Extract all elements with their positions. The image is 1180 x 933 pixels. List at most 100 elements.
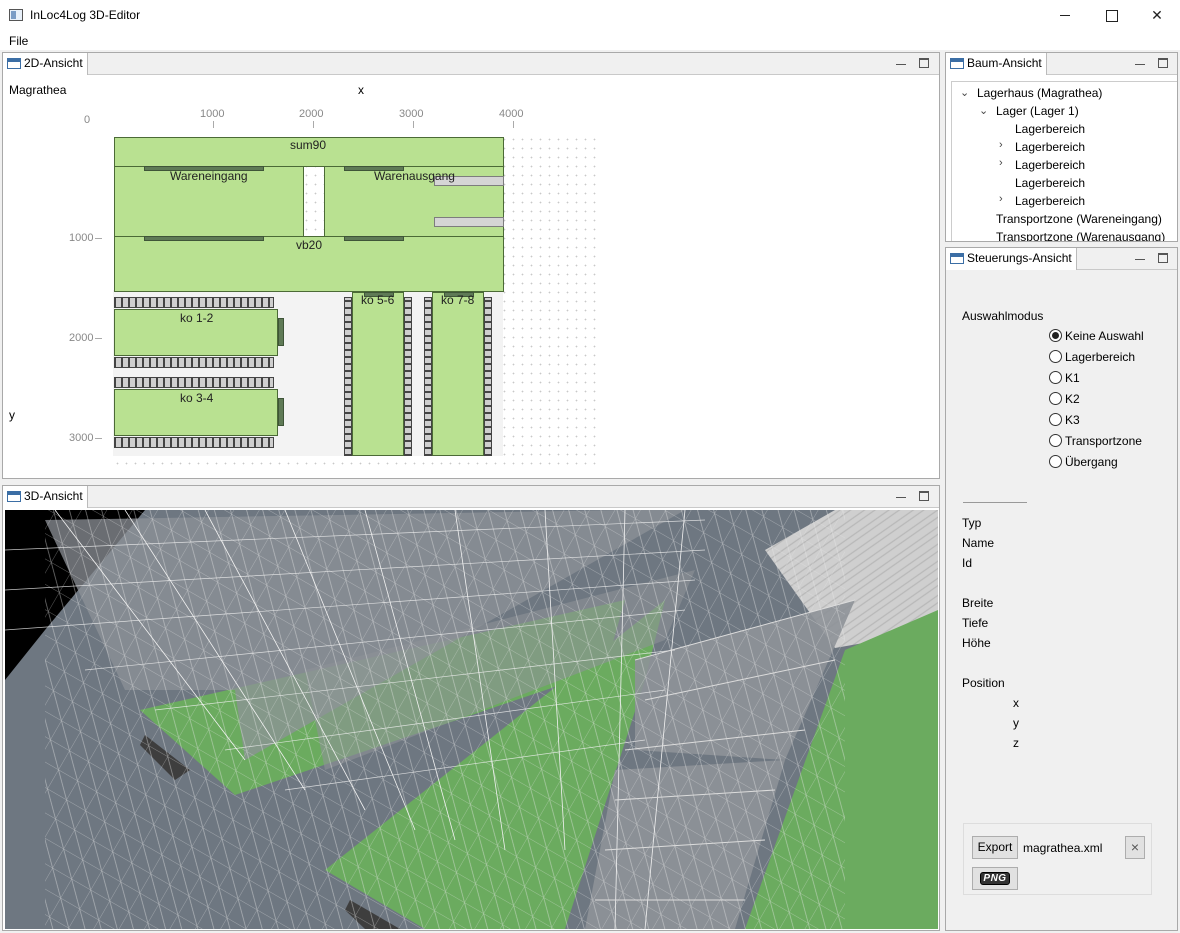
- chevron-down-icon[interactable]: ⌄: [960, 86, 969, 99]
- export-group: Export magrathea.xml × PNG: [963, 823, 1152, 895]
- zone-ko-3-4-label: ko 3-4: [180, 391, 214, 405]
- png-icon: PNG: [980, 872, 1010, 885]
- panel-minimize-icon[interactable]: [1135, 59, 1145, 65]
- tab-baum-ansicht[interactable]: Baum-Ansicht: [946, 53, 1047, 75]
- y-tick-mark: [95, 338, 102, 339]
- prop-x: x: [1013, 696, 1019, 710]
- x-tick-mark: [313, 121, 314, 128]
- prop-typ: Typ: [962, 516, 982, 530]
- view-icon: [950, 253, 964, 264]
- chevron-right-icon[interactable]: ›: [999, 193, 1003, 205]
- panel-maximize-icon[interactable]: [919, 491, 929, 501]
- tree-item[interactable]: Lager (Lager 1): [996, 104, 1079, 118]
- radio-label[interactable]: Übergang: [1065, 455, 1118, 469]
- radio-uebergang[interactable]: [1049, 455, 1062, 468]
- tree-item[interactable]: Transportzone (Wareneingang): [996, 212, 1162, 226]
- radio-label[interactable]: K1: [1065, 371, 1080, 385]
- mode-label: Auswahlmodus: [962, 309, 1044, 323]
- zone-ko-5-6-label: ko 5-6: [361, 293, 395, 307]
- menu-file[interactable]: File: [9, 34, 28, 48]
- radio-label[interactable]: Transportzone: [1065, 434, 1142, 448]
- tab-2d-ansicht[interactable]: 2D-Ansicht: [3, 53, 88, 75]
- zone-ko-7-8[interactable]: [432, 292, 484, 456]
- control-panel: Steuerungs-Ansicht Auswahlmodus Keine Au…: [945, 247, 1178, 931]
- radio-transportzone[interactable]: [1049, 434, 1062, 447]
- tree-item[interactable]: Transportzone (Warenausgang): [996, 230, 1165, 241]
- y-tick: 0: [84, 114, 91, 126]
- x-tick: 2000: [299, 108, 324, 120]
- rack-column: [484, 297, 492, 456]
- dock-bar: [278, 318, 284, 346]
- tree-item[interactable]: Lagerbereich: [1015, 122, 1085, 136]
- radio-k2[interactable]: [1049, 392, 1062, 405]
- rack-row: [114, 357, 274, 368]
- tree-item[interactable]: Lagerbereich: [1015, 140, 1085, 154]
- zone-sum90-label: sum90: [290, 138, 327, 152]
- radio-label[interactable]: Keine Auswahl: [1065, 329, 1144, 343]
- y-tick-mark: [95, 238, 102, 239]
- png-export-button[interactable]: PNG: [972, 867, 1018, 890]
- maximize-button[interactable]: [1088, 0, 1134, 31]
- radio-lagerbereich[interactable]: [1049, 350, 1062, 363]
- close-button[interactable]: ✕: [1134, 0, 1180, 31]
- rack-column: [424, 297, 432, 456]
- zone-vb20-label: vb20: [296, 238, 323, 252]
- y-tick: 2000: [69, 332, 94, 344]
- tree-view: ⌄ Lagerhaus (Magrathea) ⌄ Lager (Lager 1…: [951, 81, 1177, 241]
- tab-3d-ansicht[interactable]: 3D-Ansicht: [3, 486, 88, 508]
- tab-steuerung-label: Steuerungs-Ansicht: [967, 251, 1072, 265]
- radio-k1[interactable]: [1049, 371, 1062, 384]
- tab-baum-label: Baum-Ansicht: [967, 56, 1042, 70]
- view-icon: [950, 58, 964, 69]
- chevron-down-icon[interactable]: ⌄: [979, 104, 988, 117]
- panel-minimize-icon[interactable]: [896, 492, 906, 498]
- rack-column: [404, 297, 412, 456]
- panel-maximize-icon[interactable]: [1158, 253, 1168, 263]
- clear-file-button[interactable]: ×: [1125, 836, 1145, 859]
- prop-tiefe: Tiefe: [962, 616, 989, 630]
- chevron-right-icon[interactable]: ›: [999, 157, 1003, 169]
- export-filename: magrathea.xml: [1023, 841, 1103, 855]
- chevron-right-icon[interactable]: ›: [999, 139, 1003, 151]
- panel-minimize-icon[interactable]: [1135, 254, 1145, 260]
- export-button[interactable]: Export: [972, 836, 1018, 859]
- view-icon: [7, 491, 21, 502]
- view-icon: [7, 58, 21, 69]
- prop-name: Name: [962, 536, 995, 550]
- conveyor-bar: [434, 217, 504, 227]
- tree-item[interactable]: Lagerbereich: [1015, 158, 1085, 172]
- zone-warenausgang-label: Warenausgang: [374, 169, 455, 183]
- view-3d-panel: 3D-Ansicht: [2, 485, 940, 931]
- rack-row: [114, 297, 274, 308]
- panel-maximize-icon[interactable]: [1158, 58, 1168, 68]
- x-tick-mark: [513, 121, 514, 128]
- scene-3d-canvas[interactable]: [5, 510, 938, 929]
- zone-ko-5-6[interactable]: [352, 292, 404, 456]
- tab-3d-label: 3D-Ansicht: [24, 489, 83, 503]
- separator: [963, 502, 1027, 503]
- x-tick: 1000: [200, 108, 225, 120]
- x-tick-mark: [413, 121, 414, 128]
- panel-minimize-icon[interactable]: [896, 59, 906, 65]
- tree-item[interactable]: Lagerbereich: [1015, 194, 1085, 208]
- radio-label[interactable]: Lagerbereich: [1065, 350, 1135, 364]
- tree-tabbar: Baum-Ansicht: [946, 53, 1177, 75]
- minimize-button[interactable]: [1042, 0, 1088, 31]
- panel-maximize-icon[interactable]: [919, 58, 929, 68]
- tree-item[interactable]: Lagerhaus (Magrathea): [977, 86, 1102, 100]
- tree-item[interactable]: Lagerbereich: [1015, 176, 1085, 190]
- menu-bar: File: [0, 31, 1180, 50]
- radio-k3[interactable]: [1049, 413, 1062, 426]
- y-tick: 1000: [69, 232, 94, 244]
- zone-ko-1-2-label: ko 1-2: [180, 311, 214, 325]
- view-3d-tabbar: 3D-Ansicht: [3, 486, 939, 508]
- x-tick: 3000: [399, 108, 424, 120]
- zone-wareneingang-label: Wareneingang: [170, 169, 248, 183]
- radio-label[interactable]: K3: [1065, 413, 1080, 427]
- radio-label[interactable]: K2: [1065, 392, 1080, 406]
- dock-bar: [344, 236, 404, 241]
- dock-bar: [278, 398, 284, 426]
- radio-keine-auswahl[interactable]: [1049, 329, 1062, 342]
- tab-steuerungs-ansicht[interactable]: Steuerungs-Ansicht: [946, 248, 1077, 270]
- app-icon: [9, 9, 23, 21]
